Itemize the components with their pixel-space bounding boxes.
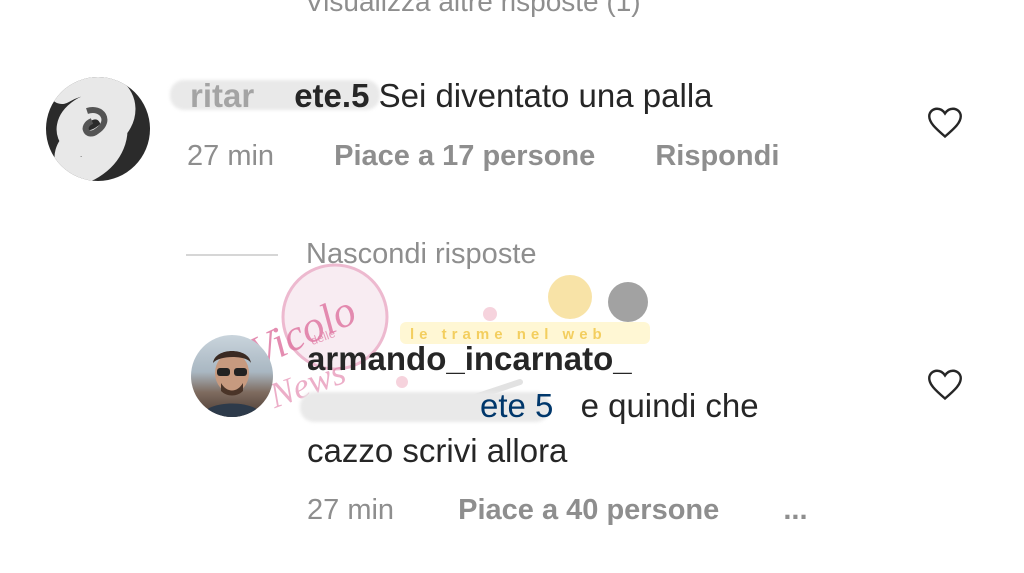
reply-text-line1: ete 5 e quindi che <box>480 387 759 425</box>
reply-meta: 27 min Piace a 40 persone ... <box>307 494 808 527</box>
hide-replies-row[interactable]: Nascondi risposte <box>186 238 537 271</box>
hide-replies-label[interactable]: Nascondi risposte <box>306 238 537 271</box>
divider-line <box>186 253 278 256</box>
reply-username[interactable]: armando_incarnato_ <box>307 340 632 378</box>
heart-icon[interactable] <box>927 368 963 402</box>
username-visible: ete.5 <box>294 77 370 114</box>
comment-likes[interactable]: Piace a 17 persone <box>334 140 595 172</box>
more-options-button[interactable]: ... <box>783 494 807 526</box>
comment-meta: 27 min Piace a 17 persone Rispondi <box>187 140 779 173</box>
reply-time: 27 min <box>307 494 395 526</box>
comment-username[interactable]: ritar ete.5 <box>190 77 379 114</box>
comment-avatar[interactable] <box>46 77 150 181</box>
view-more-replies-link[interactable]: Visualizza altre risposte (1) <box>305 0 641 18</box>
reply-avatar[interactable] <box>191 335 273 417</box>
reply-mention[interactable]: ete 5 <box>480 387 553 424</box>
reply-likes[interactable]: Piace a 40 persone <box>458 494 719 526</box>
reply-text-line2: cazzo scrivi allora <box>307 432 568 469</box>
comment-text: Sei diventato una palla <box>378 77 713 114</box>
reply-button[interactable]: Rispondi <box>655 140 779 172</box>
username-partial-prefix: ritar <box>190 77 255 114</box>
heart-icon[interactable] <box>927 106 963 140</box>
reply-text-1: e quindi che <box>580 387 759 424</box>
comment-time: 27 min <box>187 140 275 172</box>
comment-text-row: ritar ete.5 Sei diventato una palla <box>190 77 713 115</box>
scribble-overlay <box>49 77 136 181</box>
profile-photo-icon <box>201 351 263 417</box>
